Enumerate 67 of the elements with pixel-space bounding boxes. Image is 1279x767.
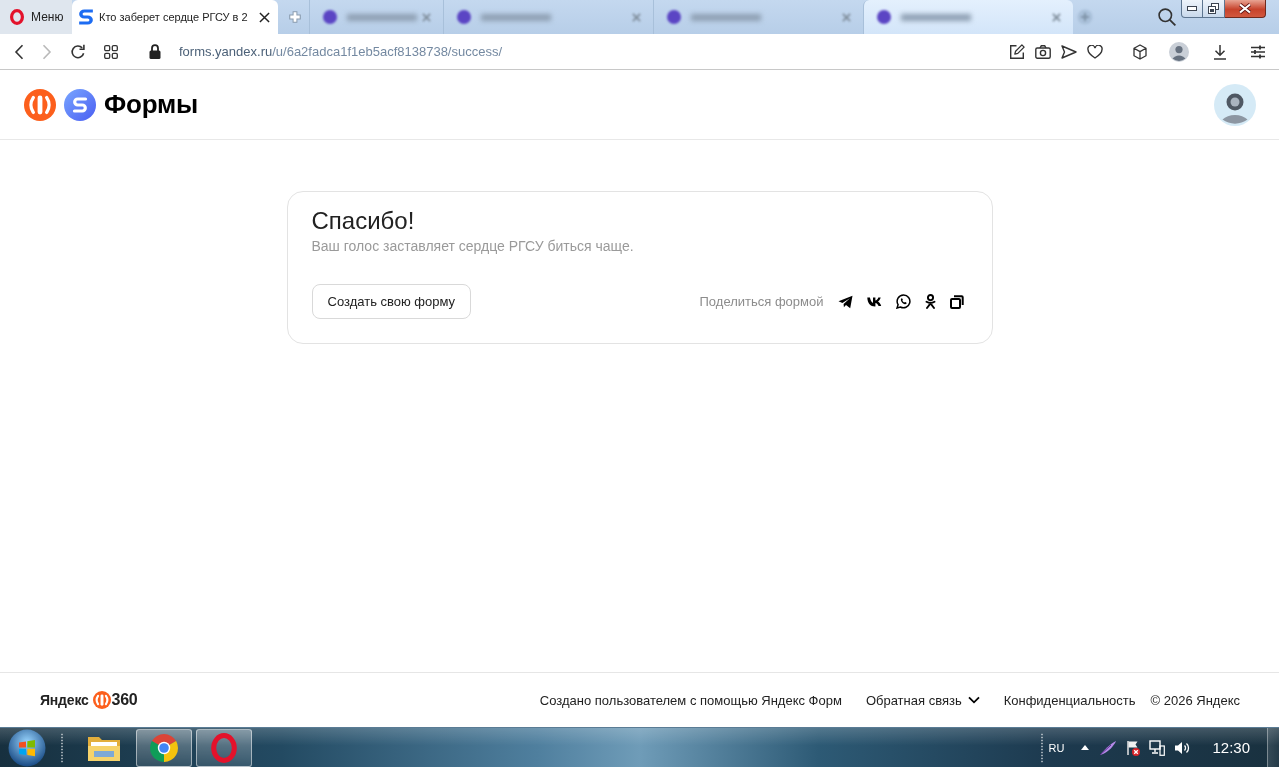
clock-text[interactable]: 12:30 — [1212, 739, 1250, 756]
footer-link[interactable]: Создано пользователем с помощью Яндекс Форм — [539, 692, 842, 708]
settings-icon[interactable] — [1251, 44, 1265, 59]
blurred-label — [480, 13, 551, 21]
phone-bubble-icon[interactable] — [895, 294, 911, 309]
close-icon — [1238, 3, 1252, 14]
profile-icon[interactable] — [1169, 41, 1189, 62]
send-icon[interactable] — [1061, 44, 1077, 59]
minimize-icon — [1187, 6, 1197, 11]
language-indicator[interactable]: RU — [1048, 741, 1065, 754]
lock-icon[interactable] — [149, 44, 161, 59]
grid-icon[interactable] — [104, 44, 118, 59]
flag-icon[interactable] — [1126, 739, 1141, 756]
search-icon[interactable] — [1158, 8, 1176, 26]
reload-icon[interactable] — [70, 43, 86, 60]
back-icon[interactable] — [14, 43, 24, 60]
blurred-label — [346, 13, 417, 21]
feather-icon[interactable] — [1099, 739, 1118, 756]
grip-icon[interactable] — [1039, 732, 1044, 763]
blurred-favicon-icon — [665, 9, 682, 25]
create-form-button[interactable]: Создать свою форму — [311, 284, 472, 319]
app-title[interactable]: Формы — [104, 89, 199, 120]
blurred-favicon-icon — [455, 9, 472, 25]
start-orb-icon[interactable] — [8, 728, 46, 767]
restore-icon — [1208, 3, 1219, 14]
ring-logo-icon — [211, 732, 237, 763]
address-field[interactable]: forms.yandex.ru/u/6a2fadca1f1eb5acf8138738/success/ — [179, 44, 991, 59]
share-label: Поделиться формой — [699, 294, 824, 309]
dropdown-button[interactable]: Обратная связь — [865, 692, 980, 708]
chevron-down-icon — [967, 696, 980, 704]
blurred-favicon-icon — [321, 9, 338, 25]
network-icon[interactable] — [1149, 739, 1166, 756]
ring-logo-icon — [10, 9, 24, 25]
close-icon[interactable] — [258, 11, 270, 23]
brand-name[interactable]: Яндекс — [40, 692, 89, 708]
browser-tab[interactable] — [862, 0, 1073, 34]
copy-icon[interactable] — [949, 294, 964, 309]
brand-suffix[interactable]: 360 — [111, 691, 138, 709]
copyright-text: © 2026 Яндекс — [1150, 692, 1240, 708]
blurred-label — [690, 13, 761, 21]
close-button[interactable] — [1225, 0, 1266, 18]
paper-plane-icon[interactable] — [837, 294, 853, 309]
triangle-up-icon[interactable] — [1081, 745, 1090, 750]
download-icon[interactable] — [1213, 43, 1227, 60]
striped-circle-logo-icon[interactable] — [24, 88, 56, 121]
vk-logo-icon[interactable] — [866, 296, 882, 307]
edit-icon[interactable] — [1009, 43, 1025, 60]
menu-button[interactable]: Меню — [0, 0, 72, 34]
blurred-favicon-icon — [875, 9, 892, 25]
show-desktop-button[interactable] — [1267, 727, 1279, 767]
heart-icon[interactable] — [1087, 44, 1103, 59]
camera-icon[interactable] — [1035, 44, 1051, 59]
restore-button[interactable] — [1203, 0, 1225, 18]
speaker-icon[interactable] — [1174, 740, 1192, 755]
stick-figure-icon[interactable] — [924, 294, 936, 309]
blurred-label — [900, 13, 971, 21]
minimize-button[interactable] — [1181, 0, 1203, 18]
striped-circle-logo-icon[interactable] — [92, 691, 111, 709]
footer-link[interactable]: Конфиденциальность — [1003, 692, 1136, 708]
card-title: Спасибо! — [311, 206, 416, 236]
grip-icon[interactable] — [60, 732, 64, 763]
card-message: Ваш голос заставляет сердце РГСУ биться чаще. — [311, 237, 635, 256]
cube-icon[interactable] — [1133, 43, 1147, 60]
avatar-icon[interactable] — [1214, 83, 1256, 126]
s-arrows-logo-icon[interactable] — [64, 88, 96, 121]
browser-tab[interactable]: Кто заберет сердце РГСУ в 2 — [72, 0, 278, 34]
segmented-circle-icon — [149, 732, 179, 763]
